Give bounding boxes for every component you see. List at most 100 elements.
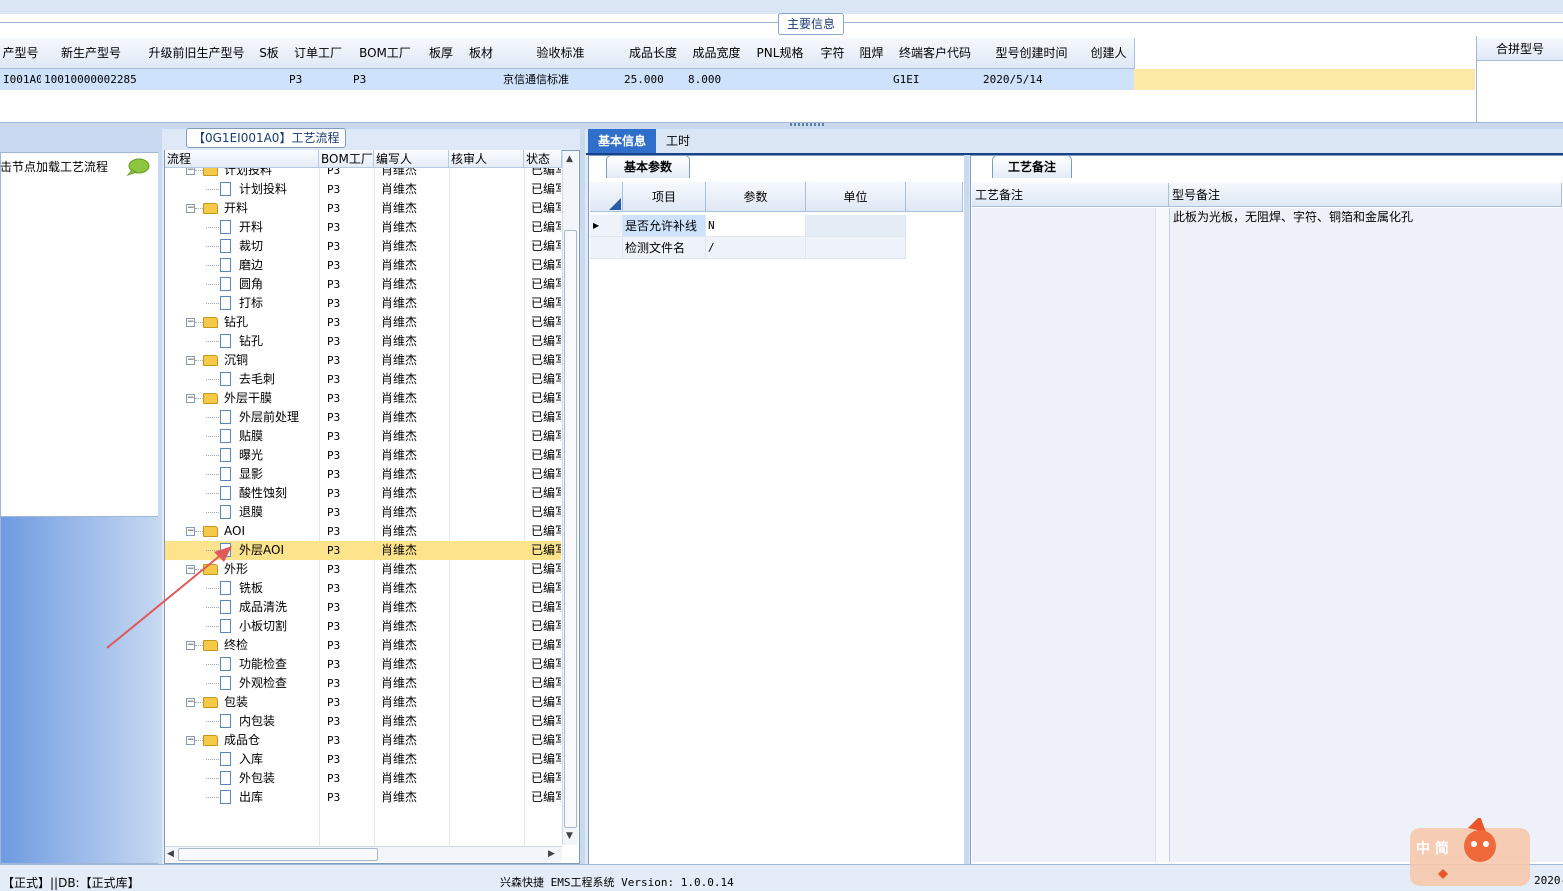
collapse-icon[interactable]: − (186, 394, 195, 403)
main-grid-cell[interactable]: 京信通信标准 (500, 69, 621, 90)
param-unit-cell[interactable] (806, 215, 906, 237)
process-remark-field[interactable] (972, 208, 1156, 862)
main-info-label[interactable]: 主要信息 (778, 13, 845, 35)
tab-work-hours[interactable]: 工时 (658, 129, 698, 153)
tree-row[interactable]: 裁切 P3 肖维杰 已编写 (165, 237, 561, 256)
collapse-icon[interactable]: − (186, 204, 195, 213)
tree-col-status[interactable]: 状态 (524, 150, 562, 168)
main-grid-col-0[interactable]: 产型号 (0, 38, 42, 69)
basic-params-tab[interactable]: 基本参数 (606, 155, 690, 178)
tree-vertical-scroll-thumb[interactable] (564, 230, 577, 828)
tree-horizontal-scroll-thumb[interactable] (178, 848, 378, 861)
tree-row[interactable]: − 开料 P3 肖维杰 已编写 (165, 199, 561, 218)
tree-row[interactable]: − 包装 P3 肖维杰 已编写 (165, 693, 561, 712)
tree-col-author[interactable]: 编写人 (374, 150, 449, 168)
tree-row[interactable]: − 钻孔 P3 肖维杰 已编写 (165, 313, 561, 332)
tree-row[interactable]: − 成品仓 P3 肖维杰 已编写 (165, 731, 561, 750)
collapse-icon[interactable]: − (186, 736, 195, 745)
tree-row[interactable]: 打标 P3 肖维杰 已编写 (165, 294, 561, 313)
param-item-cell[interactable]: 是否允许补线 (623, 215, 706, 237)
splitter-grip-icon[interactable] (790, 123, 826, 126)
tree-row[interactable]: 出库 P3 肖维杰 已编写 (165, 788, 561, 807)
right-vertical-splitter[interactable] (964, 155, 969, 864)
col-param[interactable]: 参数 (706, 182, 806, 212)
tree-row[interactable]: 外观检查 P3 肖维杰 已编写 (165, 674, 561, 693)
tree-col-reviewer[interactable]: 核审人 (449, 150, 524, 168)
collapse-icon[interactable]: − (186, 527, 195, 536)
collapse-icon[interactable]: − (186, 318, 195, 327)
main-grid-cell[interactable] (252, 69, 286, 90)
tree-col-flow[interactable]: 流程 (165, 150, 319, 168)
main-grid-cell[interactable]: 10010000002285 (41, 69, 141, 90)
scroll-up-arrow-icon[interactable]: ▲ (566, 154, 573, 164)
tree-row[interactable]: 去毛刺 P3 肖维杰 已编写 (165, 370, 561, 389)
main-grid-cell[interactable]: G1EI (890, 69, 980, 90)
main-grid-col-15[interactable]: 型号创建时间 (980, 38, 1084, 69)
main-grid-cell[interactable]: 8.000 (685, 69, 748, 90)
tree-row[interactable]: 功能检查 P3 肖维杰 已编写 (165, 655, 561, 674)
ime-mode-label[interactable]: 中 简 (1416, 838, 1449, 858)
main-grid-cell[interactable]: P3 (286, 69, 350, 90)
collapse-icon[interactable]: − (186, 168, 195, 175)
main-grid-col-10[interactable]: 成品宽度 (685, 38, 749, 69)
ime-toolbar[interactable]: 中 简 (1408, 816, 1532, 888)
col-unit[interactable]: 单位 (806, 182, 906, 212)
main-grid-col-11[interactable]: PNL规格 (748, 38, 813, 69)
main-grid-cell[interactable]: P3 (350, 69, 420, 90)
tree-row[interactable]: 曝光 P3 肖维杰 已编写 (165, 446, 561, 465)
tree-row[interactable]: 磨边 P3 肖维杰 已编写 (165, 256, 561, 275)
tree-row[interactable]: 退膜 P3 肖维杰 已编写 (165, 503, 561, 522)
tree-row[interactable]: 贴膜 P3 肖维杰 已编写 (165, 427, 561, 446)
tree-row[interactable]: 酸性蚀刻 P3 肖维杰 已编写 (165, 484, 561, 503)
tab-basic-info[interactable]: 基本信息 (588, 129, 656, 153)
middle-vertical-splitter[interactable] (580, 129, 585, 864)
scroll-right-arrow-icon[interactable]: ▶ (548, 849, 555, 859)
main-grid-cell[interactable] (812, 69, 853, 90)
main-grid-cell[interactable] (748, 69, 812, 90)
col-item[interactable]: 项目 (623, 182, 706, 212)
main-grid-cell[interactable]: 2020/5/14 (980, 69, 1083, 90)
main-grid-cell[interactable] (141, 69, 252, 90)
scroll-down-arrow-icon[interactable]: ▼ (566, 831, 573, 841)
tree-row[interactable]: 显影 P3 肖维杰 已编写 (165, 465, 561, 484)
tree-row[interactable]: − 外层干膜 P3 肖维杰 已编写 (165, 389, 561, 408)
main-grid-col-14[interactable]: 终端客户代码 (890, 38, 981, 69)
main-grid-col-6[interactable]: 板厚 (420, 38, 463, 69)
remarks-tab[interactable]: 工艺备注 (992, 155, 1072, 178)
main-grid-cell[interactable] (1083, 69, 1134, 90)
main-grid-cell[interactable]: I001A0 (0, 69, 41, 90)
main-grid-col-2[interactable]: 升级前旧生产型号 (141, 38, 253, 69)
tree-row[interactable]: − 沉铜 P3 肖维杰 已编写 (165, 351, 561, 370)
main-grid-col-4[interactable]: 订单工厂 (286, 38, 351, 69)
main-grid-col-3[interactable]: S板 (252, 38, 287, 69)
chat-bubble-icon[interactable] (126, 158, 150, 176)
tree-row[interactable]: − AOI P3 肖维杰 已编写 (165, 522, 561, 541)
tree-row[interactable]: 钻孔 P3 肖维杰 已编写 (165, 332, 561, 351)
tree-row[interactable]: 入库 P3 肖维杰 已编写 (165, 750, 561, 769)
collapse-icon[interactable]: − (186, 698, 195, 707)
main-grid-col-1[interactable]: 新生产型号 (41, 38, 142, 69)
tree-row[interactable]: − 计划投料 P3 肖维杰 已编写 (165, 168, 561, 180)
main-grid-cell[interactable] (420, 69, 462, 90)
main-grid-col-7[interactable]: 板材 (462, 38, 501, 69)
param-value-cell[interactable]: / (706, 237, 806, 259)
main-grid-col-16[interactable]: 创建人 (1083, 38, 1135, 69)
row-indicator[interactable]: ▶ (590, 215, 623, 237)
tree-row[interactable]: 开料 P3 肖维杰 已编写 (165, 218, 561, 237)
main-grid-col-13[interactable]: 阻焊 (853, 38, 891, 69)
main-grid-cell[interactable] (462, 69, 500, 90)
tree-col-bom[interactable]: BOM工厂 (319, 150, 374, 168)
main-grid-col-5[interactable]: BOM工厂 (350, 38, 421, 69)
main-grid-col-12[interactable]: 字符 (812, 38, 854, 69)
main-grid-cell[interactable] (853, 69, 890, 90)
param-value-cell[interactable]: N (706, 215, 806, 237)
model-remark-field[interactable]: 此板为光板，无阻焊、字符、铜箔和金属化孔 (1169, 208, 1563, 862)
tree-row[interactable]: 外包装 P3 肖维杰 已编写 (165, 769, 561, 788)
row-indicator[interactable] (590, 237, 623, 259)
remark-scrollbar[interactable] (1155, 208, 1169, 862)
main-grid-col-8[interactable]: 验收标准 (500, 38, 622, 69)
tree-row[interactable]: 外层前处理 P3 肖维杰 已编写 (165, 408, 561, 427)
param-unit-cell[interactable] (806, 237, 906, 259)
tree-row[interactable]: 计划投料 P3 肖维杰 已编写 (165, 180, 561, 199)
main-grid-cell[interactable]: 25.000 (621, 69, 685, 90)
